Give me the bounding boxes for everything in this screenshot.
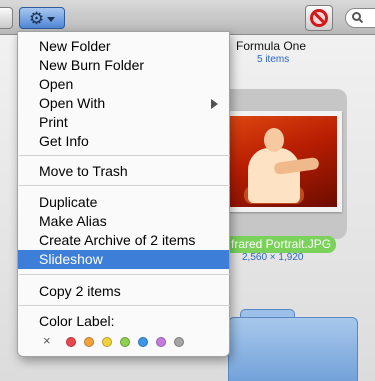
file-name-label[interactable]: frared Portrait.JPG (229, 236, 337, 253)
menu-item-open[interactable]: Open (18, 75, 229, 94)
color-label-picker: × (18, 334, 229, 349)
color-label-none[interactable]: × (43, 334, 51, 348)
menu-item-make-alias[interactable]: Make Alias (18, 212, 229, 231)
color-label-gray[interactable] (174, 337, 184, 347)
color-label-blue[interactable] (138, 337, 148, 347)
photo-thumbnail[interactable] (211, 111, 342, 212)
submenu-arrow-icon (211, 99, 218, 109)
no-entry-icon (310, 9, 328, 27)
menu-item-print[interactable]: Print (18, 113, 229, 132)
delete-button[interactable] (305, 5, 333, 31)
menu-separator (19, 155, 230, 156)
menu-separator (19, 274, 230, 275)
folder-name[interactable]: Formula One (236, 39, 306, 53)
toolbar-button[interactable] (0, 7, 13, 29)
menu-item-create-archive[interactable]: Create Archive of 2 items (18, 231, 229, 250)
file-dimensions: 2,560 × 1,920 (242, 252, 304, 263)
toolbar: ⚙ (0, 0, 375, 35)
color-label-yellow[interactable] (102, 337, 112, 347)
menu-item-copy[interactable]: Copy 2 items (18, 282, 229, 301)
menu-item-new-burn-folder[interactable]: New Burn Folder (18, 56, 229, 75)
color-label-orange[interactable] (84, 337, 94, 347)
menu-item-label: Open With (39, 95, 106, 111)
menu-item-duplicate[interactable]: Duplicate (18, 193, 229, 212)
context-menu: New Folder New Burn Folder Open Open Wit… (17, 31, 230, 357)
action-menu-button[interactable]: ⚙ (19, 7, 65, 29)
gear-icon: ⚙ (28, 8, 45, 28)
menu-item-color-label: Color Label: (39, 313, 115, 329)
color-label-purple[interactable] (156, 337, 166, 347)
menu-item-new-folder[interactable]: New Folder (18, 37, 229, 56)
menu-separator (19, 185, 230, 186)
color-label-red[interactable] (66, 337, 76, 347)
menu-item-open-with[interactable]: Open With (18, 94, 229, 113)
menu-item-slideshow[interactable]: Slideshow (18, 250, 229, 269)
search-field[interactable] (345, 8, 375, 28)
menu-separator (19, 305, 230, 306)
menu-item-move-to-trash[interactable]: Move to Trash (18, 162, 229, 181)
chevron-down-icon (47, 16, 56, 22)
color-label-green[interactable] (120, 337, 130, 347)
folder-icon-body[interactable] (228, 317, 358, 381)
folder-item-count: 5 items (257, 54, 290, 65)
menu-item-get-info[interactable]: Get Info (18, 132, 229, 151)
